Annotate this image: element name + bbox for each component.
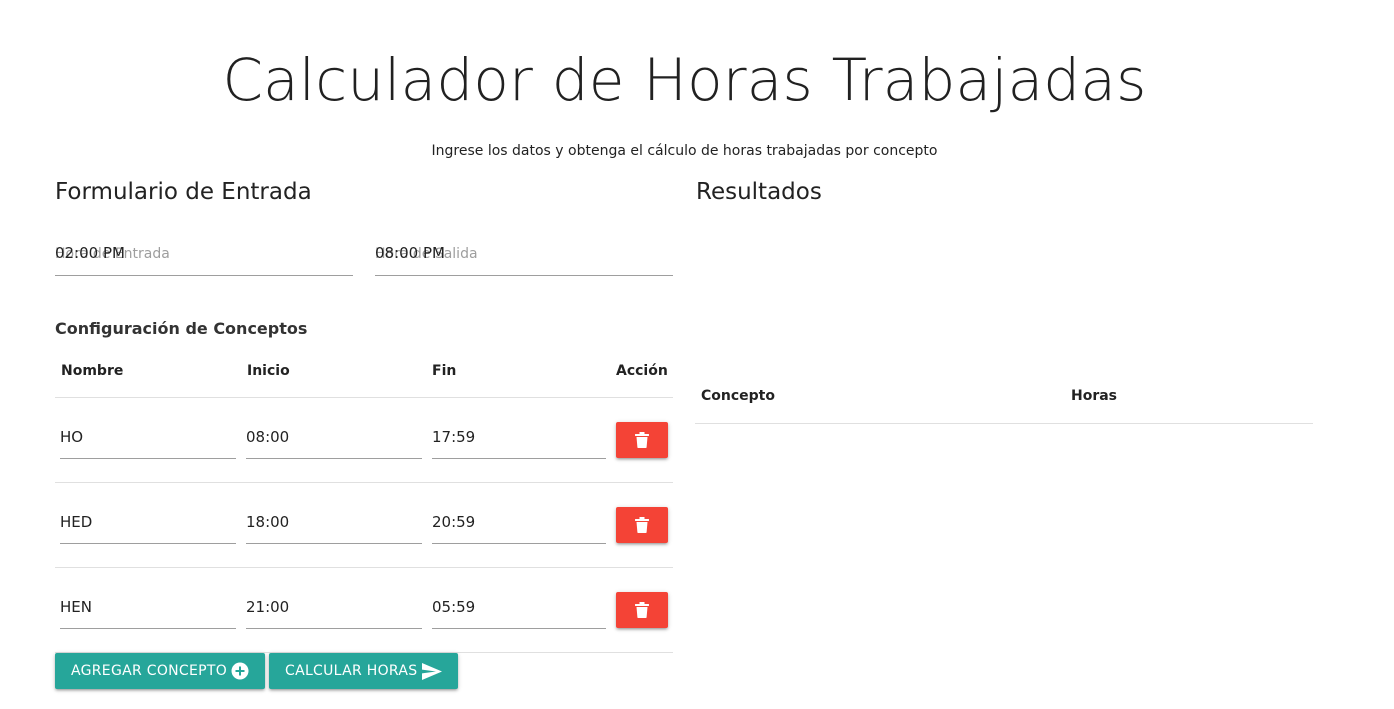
page-subtitle: Ingrese los datos y obtenga el cálculo d… [431,143,938,159]
delete-concept-button[interactable] [616,507,668,543]
concept-start-input[interactable]: 08:00 [246,422,422,459]
concepts-heading: Configuración de Conceptos [55,319,308,338]
concept-end-input[interactable]: 20:59 [432,507,606,544]
column-header-start: Inicio [247,363,290,379]
trash-icon [635,602,649,618]
column-header-action: Acción [616,363,668,379]
results-table-header: Concepto Horas [695,377,1313,424]
concept-name-input[interactable]: HO [60,422,236,459]
send-icon [422,662,442,680]
concepts-table-header: Nombre Inicio Fin Acción [55,352,673,398]
table-row: HED 18:00 20:59 [55,483,673,568]
table-row: HEN 21:00 05:59 [55,568,673,653]
table-row: HO 08:00 17:59 [55,398,673,483]
page: Calculador de Horas Trabajadas Ingrese l… [0,0,1394,709]
entry-time-input[interactable]: Hora de Entrada 02:00 PM [55,238,353,276]
concept-name-input[interactable]: HEN [60,592,236,629]
concept-end-input[interactable]: 05:59 [432,592,606,629]
results-title: Resultados [696,179,822,205]
trash-icon [635,432,649,448]
column-header-hours: Horas [1071,388,1118,404]
column-header-concept: Concepto [701,388,775,404]
column-header-end: Fin [432,363,457,379]
exit-time-input[interactable]: Hora de Salida 08:00 PM [375,238,673,276]
add-circle-icon [231,662,249,680]
add-concept-label: AGREGAR CONCEPTO [71,663,228,679]
concept-end-input[interactable]: 17:59 [432,422,606,459]
trash-icon [635,517,649,533]
form-title: Formulario de Entrada [55,179,312,205]
add-concept-button[interactable]: AGREGAR CONCEPTO [55,653,265,689]
column-header-name: Nombre [61,363,124,379]
exit-time-value: 08:00 PM [375,244,445,262]
concept-name-input[interactable]: HED [60,507,236,544]
calculate-hours-button[interactable]: CALCULAR HORAS [269,653,458,689]
delete-concept-button[interactable] [616,422,668,458]
entry-time-value: 02:00 PM [55,244,125,262]
concept-start-input[interactable]: 21:00 [246,592,422,629]
page-title: Calculador de Horas Trabajadas [222,46,1147,114]
calculate-hours-label: CALCULAR HORAS [285,663,418,679]
concepts-table: Nombre Inicio Fin Acción HO 08:00 17:59 … [55,352,673,653]
delete-concept-button[interactable] [616,592,668,628]
concept-start-input[interactable]: 18:00 [246,507,422,544]
